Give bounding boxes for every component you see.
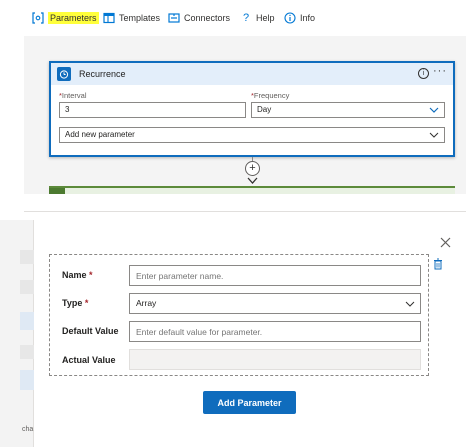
more-options-icon[interactable]: ··· [433,65,447,77]
frequency-select[interactable]: Day [251,102,445,118]
actual-value-input [129,349,421,370]
close-icon[interactable] [439,236,452,249]
info-button[interactable]: Info [284,10,315,26]
interval-input[interactable]: 3 [59,102,246,118]
background-strip [20,280,34,294]
frequency-label: *Frequency [251,91,290,100]
parameter-name-input[interactable] [129,265,421,286]
help-icon: ? [242,12,250,24]
chevron-down-icon [429,132,439,138]
insert-step-icon[interactable]: + [245,161,260,176]
chevron-down-icon [405,301,415,307]
card-info-icon[interactable]: i [418,68,429,79]
parameters-button[interactable]: Parameters [32,10,99,26]
name-label: Name * [62,270,93,280]
frequency-value: Day [257,105,272,114]
connectors-label: Connectors [184,13,231,23]
parameters-label: Parameters [48,12,99,24]
parameter-type-select[interactable]: Array [129,293,421,314]
next-action-card[interactable] [49,186,455,194]
connectors-button[interactable]: Connectors [168,10,230,26]
truncated-text: cha [22,426,34,433]
action-icon [49,188,65,194]
card-header[interactable]: Recurrence i ··· [51,63,453,85]
clock-icon [57,67,71,81]
add-new-parameter-dropdown[interactable]: Add new parameter [59,127,445,143]
designer-toolbar: Parameters Templates Connectors ? Help I… [0,0,474,36]
section-divider [24,211,466,212]
help-button[interactable]: ? Help [240,10,275,26]
parameters-icon [32,12,44,24]
connectors-icon [168,12,180,24]
type-label: Type * [62,298,89,308]
chevron-down-icon [429,107,439,113]
default-value-label: Default Value [62,326,119,336]
templates-label: Templates [119,13,161,23]
parameter-type-value: Array [136,298,157,308]
templates-icon [103,12,115,24]
default-value-input[interactable] [129,321,421,342]
actual-value-label: Actual Value [62,355,116,365]
background-strip [20,250,34,264]
info-icon [284,12,296,24]
add-new-parameter-label: Add new parameter [65,130,135,139]
interval-label: *Interval [59,91,87,100]
info-label: Info [300,13,316,23]
card-title: Recurrence [79,69,126,79]
help-label: Help [256,13,275,23]
background-strip [20,345,34,359]
background-strip [20,312,34,330]
recurrence-trigger-card[interactable]: Recurrence i ··· *Interval 3 *Frequency … [49,61,455,157]
add-parameter-button[interactable]: Add Parameter [203,391,296,414]
delete-icon[interactable] [433,258,443,270]
arrow-down-icon [247,177,258,184]
background-strip [20,370,34,390]
templates-button[interactable]: Templates [103,10,160,26]
background-pane [0,220,34,447]
